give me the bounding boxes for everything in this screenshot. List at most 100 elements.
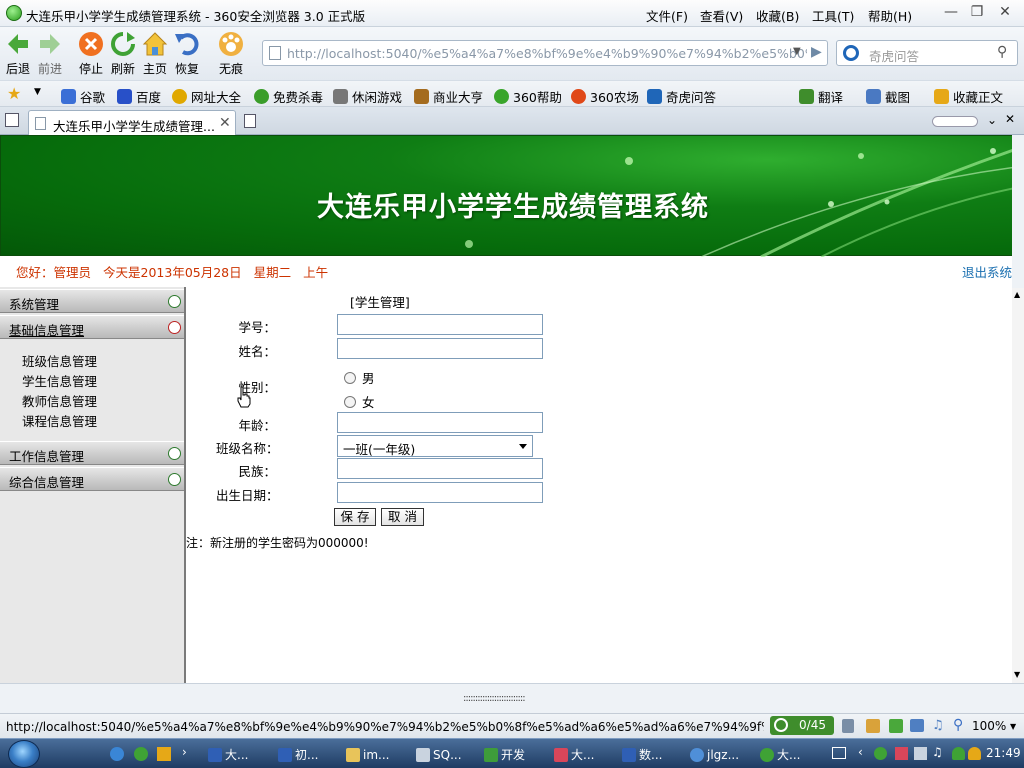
sidebar-item-class-info[interactable]: 班级信息管理 — [22, 351, 97, 370]
sidebar-item-student-info[interactable]: 学生信息管理 — [22, 371, 97, 390]
age-input[interactable] — [337, 412, 543, 433]
menu-file[interactable]: 文件(F) — [646, 6, 688, 25]
quicklaunch-flag-icon[interactable] — [157, 747, 171, 761]
scroll-up-icon[interactable]: ▲ — [1014, 290, 1020, 299]
tray-network-icon[interactable] — [914, 747, 927, 760]
expand-icon[interactable] — [168, 447, 181, 460]
search-engine-icon[interactable] — [843, 45, 859, 61]
vertical-scrollbar[interactable]: ▲ ▼ — [1012, 288, 1024, 683]
sidebar-item-teacher-info[interactable]: 教师信息管理 — [22, 391, 97, 410]
task-item-3[interactable]: im... — [346, 744, 389, 765]
favorites-dropdown-icon[interactable]: ▼ — [34, 87, 41, 97]
sidebar-section-work-info[interactable]: 工作信息管理 — [0, 441, 184, 465]
menu-favorites[interactable]: 收藏(B) — [756, 6, 799, 25]
search-input[interactable]: 奇虎问答 — [869, 46, 919, 65]
status-window-icon[interactable] — [910, 719, 924, 732]
keyboard-icon[interactable] — [832, 747, 846, 759]
gender-male-radio[interactable]: 男 — [344, 368, 375, 387]
volume-icon[interactable]: ♫ — [932, 718, 944, 733]
fav-baidu[interactable]: 百度 — [117, 87, 161, 106]
status-safety-icon[interactable] — [889, 719, 903, 733]
radio-circle-icon[interactable] — [344, 395, 356, 408]
stop-button[interactable]: 停止 — [73, 30, 109, 77]
tab-close-all-icon[interactable]: ✕ — [1005, 112, 1015, 126]
home-button[interactable]: 主页 — [137, 30, 173, 77]
tray-expand-icon[interactable]: ‹ — [858, 745, 863, 759]
tab-close-icon[interactable]: ✕ — [219, 115, 231, 131]
quicklaunch-ie-icon[interactable] — [110, 747, 124, 761]
status-plugin-icon[interactable] — [866, 719, 880, 733]
back-button[interactable]: 后退 — [0, 30, 36, 77]
splitter-grip-icon[interactable]: :::::::::::::::::::::::::: — [463, 693, 526, 704]
tray-360-icon[interactable] — [874, 747, 887, 760]
close-window-icon[interactable]: ✕ — [994, 3, 1016, 21]
address-bar[interactable]: http://localhost:5040/%e5%a4%a7%e8%bf%9e… — [262, 40, 828, 66]
fav-business-tycoon[interactable]: 商业大亨 — [414, 87, 483, 106]
panel-splitter[interactable]: :::::::::::::::::::::::::: — [0, 683, 1024, 713]
tray-security-icon[interactable] — [968, 747, 981, 760]
quicklaunch-more-icon[interactable]: › — [182, 745, 187, 759]
sidebar-section-system[interactable]: 系统管理 — [0, 289, 184, 313]
fav-google[interactable]: 谷歌 — [61, 87, 105, 106]
gender-female-radio[interactable]: 女 — [344, 392, 375, 411]
fav-casual-games[interactable]: 休闲游戏 — [333, 87, 402, 106]
birth-date-input[interactable] — [337, 482, 543, 503]
maximize-icon[interactable]: ❐ — [966, 3, 988, 21]
name-input[interactable] — [337, 338, 543, 359]
tab-active[interactable]: 大连乐甲小学学生成绩管理... ✕ — [28, 110, 236, 135]
save-article-button[interactable]: 收藏正文 — [934, 87, 1003, 106]
sidebar-section-basic-info[interactable]: 基础信息管理 — [0, 315, 184, 339]
fav-hao-directory[interactable]: 网址大全 — [172, 87, 241, 106]
zoom-dropdown-icon[interactable]: ▼ — [1010, 722, 1016, 731]
search-icon[interactable]: ⚲ — [997, 44, 1007, 60]
collapse-icon[interactable] — [168, 321, 181, 334]
search-box[interactable]: 奇虎问答 ⚲ — [836, 40, 1018, 66]
menu-view[interactable]: 查看(V) — [700, 6, 743, 25]
zoom-level[interactable]: 100% — [972, 719, 1006, 733]
expand-icon[interactable] — [168, 473, 181, 486]
tray-app-icon[interactable] — [895, 747, 908, 760]
logout-link[interactable]: 退出系统 — [962, 262, 1012, 281]
tab-list-chevron-icon[interactable]: ⌄ — [987, 113, 997, 127]
zoom-icon[interactable]: ⚲ — [953, 717, 963, 733]
quicklaunch-360-icon[interactable] — [134, 747, 148, 761]
new-tab-icon[interactable] — [244, 114, 256, 128]
forward-button[interactable]: 前进 — [32, 30, 68, 77]
radio-circle-icon[interactable] — [344, 371, 356, 384]
tray-shield-icon[interactable] — [952, 747, 965, 760]
translate-button[interactable]: 翻译 — [799, 87, 843, 106]
download-counter[interactable]: 0/45 — [770, 716, 834, 735]
scroll-down-icon[interactable]: ▼ — [1014, 670, 1020, 679]
screenshot-button[interactable]: 截图 — [866, 87, 910, 106]
status-tool-icon[interactable] — [842, 719, 854, 733]
ethnicity-input[interactable] — [337, 458, 543, 479]
minimize-icon[interactable]: — — [940, 3, 962, 21]
start-button-windows-logo-icon[interactable] — [8, 740, 40, 768]
task-item-4[interactable]: SQ... — [416, 744, 462, 765]
fav-360-farm[interactable]: 360农场 — [571, 87, 639, 106]
sidebar-section-general-info[interactable]: 综合信息管理 — [0, 467, 184, 491]
taskbar-clock[interactable]: 21:49 — [986, 746, 1021, 760]
task-item-5[interactable]: 开发 — [484, 744, 525, 765]
task-item-7[interactable]: 数... — [622, 744, 662, 765]
fav-360-help[interactable]: 360帮助 — [494, 87, 562, 106]
incognito-button[interactable]: 无痕 — [213, 30, 249, 77]
fav-free-antivirus[interactable]: 免费杀毒 — [254, 87, 323, 106]
tab-search-pill[interactable] — [932, 116, 978, 127]
save-button[interactable]: 保 存 — [334, 508, 376, 526]
favorites-star-icon[interactable]: ★ — [7, 84, 21, 103]
chevron-down-icon[interactable] — [519, 444, 527, 449]
expand-icon[interactable] — [168, 295, 181, 308]
class-select[interactable]: 一班(一年级) — [337, 435, 533, 457]
cancel-button[interactable]: 取 消 — [381, 508, 424, 526]
restore-button[interactable]: 恢复 — [169, 30, 205, 77]
refresh-button[interactable]: 刷新 — [105, 30, 141, 77]
sidebar-item-course-info[interactable]: 课程信息管理 — [22, 411, 97, 430]
tray-volume-icon[interactable]: ♫ — [932, 745, 943, 759]
sidebar-toggle-icon[interactable] — [5, 113, 19, 127]
task-item-8[interactable]: jlgz... — [690, 744, 739, 765]
task-item-1[interactable]: 大... — [208, 744, 248, 765]
student-id-input[interactable] — [337, 314, 543, 335]
fav-qihoo-answers[interactable]: 奇虎问答 — [647, 87, 716, 106]
menu-help[interactable]: 帮助(H) — [868, 6, 912, 25]
